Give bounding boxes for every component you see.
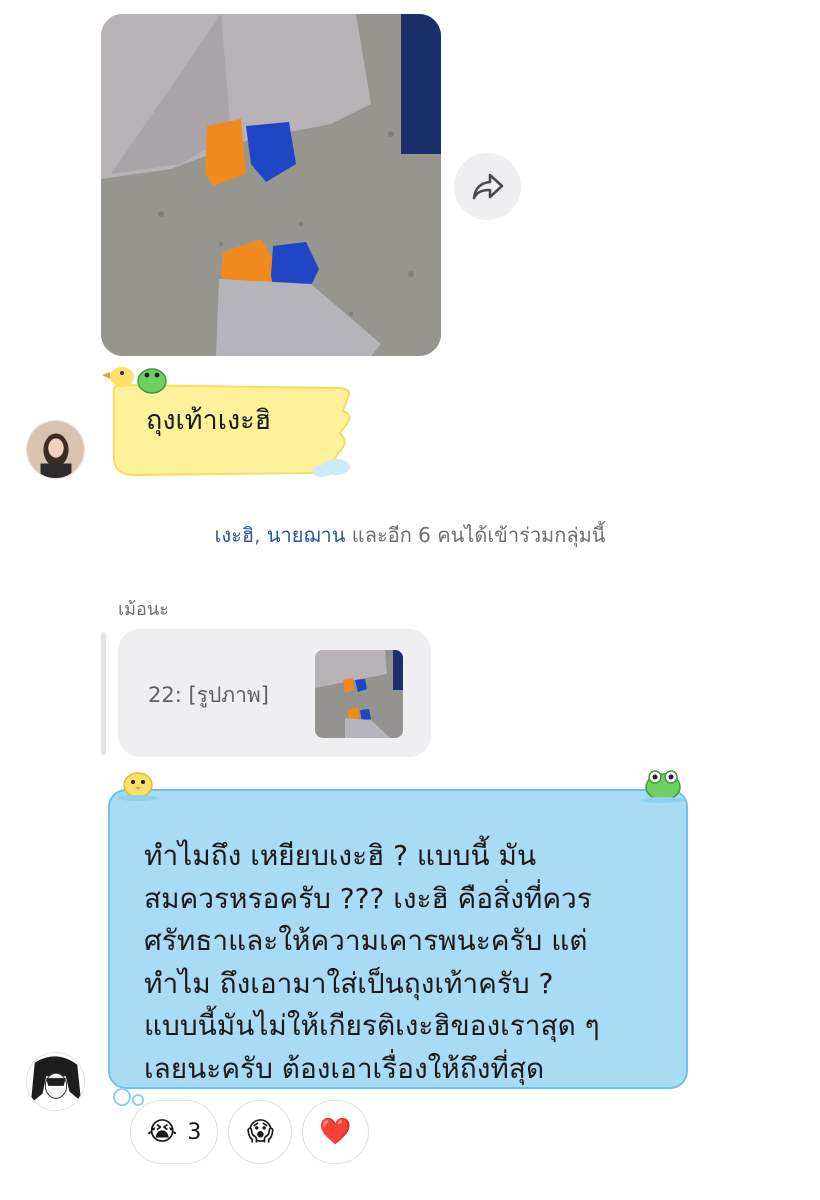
screaming-face-icon: 😱 bbox=[246, 1117, 274, 1147]
avatar[interactable] bbox=[26, 420, 85, 479]
message-line: แบบนี้มันไม่ให้เกียรติเงะฮิของเราสุด ๆ bbox=[144, 1009, 600, 1042]
message-line: สมควรหรอครับ ??? เงะฮิ คือสิ่งที่ควร bbox=[144, 881, 592, 915]
reaction-crying[interactable]: 😭 3 bbox=[130, 1100, 219, 1164]
message-bubble-body: ทำไมถึง เหยียบเงะฮิ ? แบบนี้ มัน สมควรหร… bbox=[108, 789, 688, 1089]
heart-icon: ❤️ bbox=[319, 1117, 352, 1147]
sticker-bubble[interactable]: ถุงเท้าเงะฮิ bbox=[100, 363, 356, 479]
share-button[interactable] bbox=[454, 153, 521, 220]
photo-message[interactable] bbox=[101, 14, 441, 356]
message-line: เลยนะครับ ต้องเอาเรื่องให้ถึงที่สุด bbox=[144, 1051, 545, 1085]
system-join-message: เงะฮิ, นายฌาน และอีก 6 คนได้เข้าร่วมกลุ่… bbox=[0, 519, 820, 551]
message-text: ทำไมถึง เหยียบเงะฮิ ? แบบนี้ มัน สมควรหร… bbox=[144, 835, 684, 1090]
message-bubble[interactable]: ทำไมถึง เหยียบเงะฮิ ? แบบนี้ มัน สมควรหร… bbox=[104, 767, 700, 1113]
separator: , bbox=[254, 523, 261, 547]
message-line: ทำไม ถึงเอามาใส่เป็นถุงเท้าครับ ? bbox=[144, 966, 554, 1000]
quoted-text: 22: [รูปภาพ] bbox=[148, 683, 269, 707]
avatar[interactable] bbox=[26, 1052, 85, 1111]
reaction-scream[interactable]: 😱 bbox=[228, 1100, 293, 1164]
chick-sticker-icon bbox=[118, 772, 158, 801]
reply-indicator-bar bbox=[101, 632, 106, 755]
reaction-count: 3 bbox=[187, 1119, 202, 1145]
crying-face-icon: 😭 bbox=[147, 1117, 178, 1147]
frog-sticker-icon bbox=[641, 770, 685, 803]
member-name-link[interactable]: เงะฮิ bbox=[215, 523, 255, 547]
message-line: ทำไมถึง เหยียบเงะฮิ ? แบบนี้ มัน bbox=[144, 839, 537, 872]
share-arrow-icon bbox=[472, 173, 503, 199]
sticker-text: ถุงเท้าเงะฮิ bbox=[146, 405, 272, 436]
quoted-message[interactable]: 22: [รูปภาพ] bbox=[118, 629, 431, 757]
photo-socks-image bbox=[101, 14, 441, 356]
member-name-link[interactable]: นายฌาน bbox=[267, 523, 346, 547]
system-message-text: และอีก 6 คนได้เข้าร่วมกลุ่มนี้ bbox=[351, 523, 606, 547]
reaction-heart[interactable]: ❤️ bbox=[302, 1100, 369, 1164]
sender-name: เม้อนะ bbox=[118, 599, 169, 620]
quoted-image-thumbnail bbox=[315, 650, 403, 738]
reactions-row: 😭 3 😱 ❤️ bbox=[130, 1100, 369, 1166]
message-line: ศรัทธาและให้ความเคารพนะครับ แต่ bbox=[144, 924, 588, 957]
